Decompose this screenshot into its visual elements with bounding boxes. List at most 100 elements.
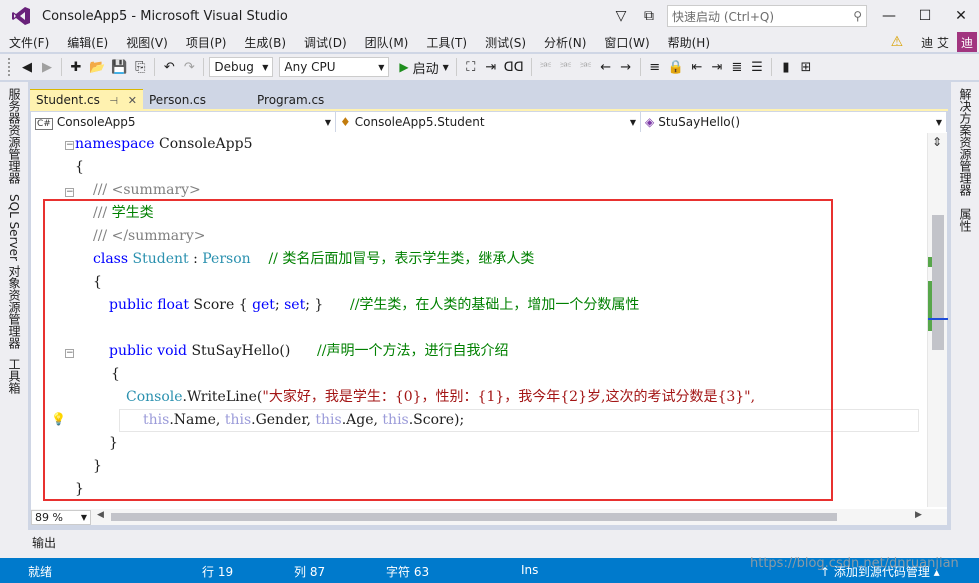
menu-team[interactable]: 团队(M) (356, 34, 418, 51)
fold-toggle[interactable]: − (65, 188, 74, 197)
tab-person-cs[interactable]: Person.cs (143, 89, 251, 110)
change-marker (928, 281, 932, 331)
notification-warning-icon[interactable]: ⚠ (891, 34, 904, 50)
left-tool-rail: 服务器资源管理器 SQL Server 对象资源管理器 工具箱 (0, 82, 28, 558)
menu-tools[interactable]: 工具(T) (417, 34, 476, 51)
bookmark-prev-icon[interactable]: ⎃ (557, 56, 575, 78)
navigate-forward-icon[interactable]: → (617, 56, 635, 78)
menu-build[interactable]: 生成(B) (235, 34, 295, 51)
chevron-down-icon: ▼ (935, 117, 942, 127)
tab-label: Program.cs (257, 92, 325, 107)
zoom-value: 89 % (35, 510, 63, 524)
indent-icon[interactable]: ⇥ (708, 56, 726, 78)
platform-select[interactable]: Any CPU ▼ (279, 57, 390, 77)
browser-link-icon[interactable]: ⛶ (462, 56, 480, 78)
bookmark-toggle-icon[interactable]: ⎃ (537, 56, 555, 78)
method-icon: ◈ (645, 115, 655, 129)
forward-icon[interactable]: ▶ (38, 56, 56, 78)
scroll-left-icon[interactable]: ◀ (97, 510, 104, 520)
step-icon[interactable]: ᗡᗡ (502, 56, 526, 78)
right-tool-rail: 解决方案资源管理器 属性 (951, 82, 979, 558)
tab-student-cs[interactable]: Student.cs ⊣ ✕ (30, 89, 143, 110)
solution-config-value: Debug (214, 60, 254, 74)
code-line: { (75, 159, 84, 175)
toolbar-grip[interactable] (8, 58, 12, 76)
code-area[interactable]: − namespace ConsoleApp5 { − /// <summary… (31, 133, 927, 509)
close-icon[interactable]: ✕ (128, 94, 137, 107)
feedback-icon[interactable]: ⧉ (635, 2, 663, 30)
standard-toolbar: ◀ ▶ ✚ 📂 💾 ⎘ ↶ ↷ Debug ▼ Any CPU ▼ ▶ 启动 ▼… (0, 54, 979, 80)
properties-tab[interactable]: 属性 (957, 208, 974, 232)
visual-studio-logo-icon (12, 7, 30, 25)
outdent-icon[interactable]: ⇤ (688, 56, 706, 78)
start-button[interactable]: ▶ 启动 ▼ (397, 56, 450, 78)
avatar[interactable]: 迪 (957, 32, 977, 52)
menu-test[interactable]: 测试(S) (476, 34, 535, 51)
menu-analyze[interactable]: 分析(N) (535, 34, 595, 51)
lock-icon[interactable]: 🔒 (666, 56, 686, 78)
sql-server-explorer-tab[interactable]: SQL Server 对象资源管理器 (6, 194, 23, 349)
project-dropdown[interactable]: C# ConsoleApp5 ▼ (31, 112, 336, 132)
menu-debug[interactable]: 调试(D) (295, 34, 356, 51)
back-icon[interactable]: ◀ (18, 56, 36, 78)
minimize-button[interactable]: — (871, 0, 907, 32)
solution-config-select[interactable]: Debug ▼ (209, 57, 274, 77)
pin-icon[interactable]: ⊣ (109, 96, 118, 107)
search-icon: ⚲ (853, 9, 862, 23)
type-dropdown[interactable]: ♦ ConsoleApp5.Student ▼ (336, 112, 641, 132)
menu-bar: 文件(F) 编辑(E) 视图(V) 项目(P) 生成(B) 调试(D) 团队(M… (0, 32, 979, 52)
navigation-bar: C# ConsoleApp5 ▼ ♦ ConsoleApp5.Student ▼ ◈… (31, 112, 947, 132)
output-tab[interactable]: 输出 (32, 534, 56, 551)
menu-help[interactable]: 帮助(H) (659, 34, 719, 51)
user-name[interactable]: 迪 艾 (921, 34, 949, 51)
navigate-back-icon[interactable]: ← (597, 56, 615, 78)
status-insert-mode: Ins (521, 563, 539, 577)
bookmark-next-icon[interactable]: ⎃ (577, 56, 595, 78)
bookmark-list-icon[interactable]: ⊞ (797, 56, 815, 78)
quick-launch-placeholder: 快速启动 (Ctrl+Q) (672, 9, 775, 24)
toolbox-tab[interactable]: 工具箱 (6, 358, 23, 394)
title-bar: ConsoleApp5 - Microsoft Visual Studio ▽ … (0, 0, 979, 32)
play-icon: ▶ (399, 60, 409, 74)
save-all-icon[interactable]: ⎘ (131, 56, 149, 78)
filter-icon[interactable]: ▽ (607, 2, 635, 30)
maximize-button[interactable]: ☐ (907, 0, 943, 32)
live-share-icon[interactable]: ⇥ (482, 56, 500, 78)
platform-value: Any CPU (284, 60, 336, 74)
open-file-icon[interactable]: 📂 (87, 56, 107, 78)
chevron-down-icon: ▼ (80, 512, 87, 522)
redo-icon[interactable]: ↷ (180, 56, 198, 78)
member-dropdown[interactable]: ◈ StuSayHello() ▼ (641, 112, 947, 132)
menu-view[interactable]: 视图(V) (117, 34, 177, 51)
vertical-scrollbar[interactable]: ⇕ (927, 133, 948, 507)
project-value: ConsoleApp5 (56, 114, 136, 129)
fold-toggle[interactable]: − (65, 141, 74, 150)
scroll-right-icon[interactable]: ▶ (915, 510, 922, 520)
menu-window[interactable]: 窗口(W) (595, 34, 658, 51)
new-project-icon[interactable]: ✚ (67, 56, 85, 78)
format-icon[interactable]: ☰ (748, 56, 766, 78)
undo-icon[interactable]: ↶ (160, 56, 178, 78)
tab-label: Student.cs (36, 93, 100, 107)
uncomment-icon[interactable]: ≣ (728, 56, 746, 78)
class-icon: ♦ (340, 115, 351, 129)
tab-program-cs[interactable]: Program.cs (251, 89, 361, 110)
comment-icon[interactable]: ≡ (646, 56, 664, 78)
horizontal-scrollbar-thumb[interactable] (111, 513, 837, 521)
zoom-select[interactable]: 89 % ▼ (31, 509, 91, 525)
menu-project[interactable]: 项目(P) (177, 34, 236, 51)
chevron-down-icon: ▼ (324, 117, 331, 127)
server-explorer-tab[interactable]: 服务器资源管理器 (6, 88, 23, 184)
code-editor[interactable]: C# ConsoleApp5 ▼ ♦ ConsoleApp5.Student ▼ ◈… (30, 111, 948, 526)
save-icon[interactable]: 💾 (109, 56, 129, 78)
menu-file[interactable]: 文件(F) (0, 34, 58, 51)
code-line-namespace: namespace ConsoleApp5 (75, 136, 253, 152)
menu-edit[interactable]: 编辑(E) (58, 34, 117, 51)
quick-launch-input[interactable]: 快速启动 (Ctrl+Q) ⚲ (667, 5, 867, 27)
bookmark-icon[interactable]: ▮ (777, 56, 795, 78)
split-editor-icon[interactable]: ⇕ (932, 135, 942, 149)
status-char: 字符 63 (386, 565, 430, 579)
close-button[interactable]: ✕ (943, 0, 979, 32)
scrollbar-thumb[interactable] (932, 215, 944, 350)
solution-explorer-tab[interactable]: 解决方案资源管理器 (957, 88, 974, 196)
